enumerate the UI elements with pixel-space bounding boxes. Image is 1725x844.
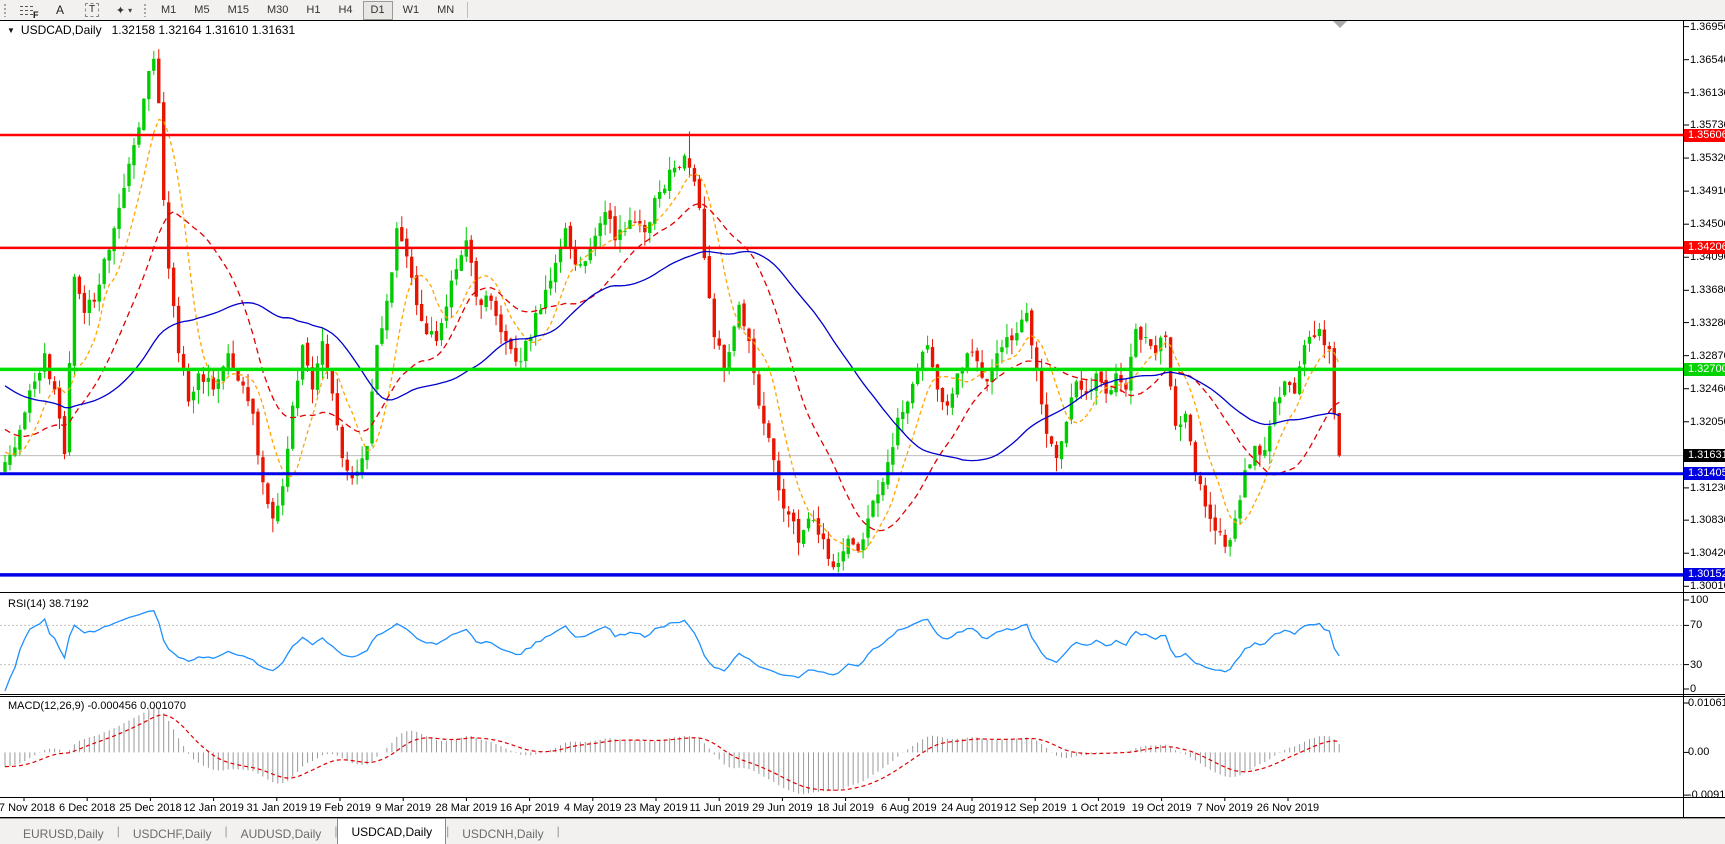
tab-usdchf[interactable]: USDCHF,Daily	[120, 823, 225, 844]
timeframe-button-w1[interactable]: W1	[395, 1, 428, 20]
tab-usdcad[interactable]: USDCAD,Daily	[337, 818, 446, 844]
macd-scale-label: 0.00	[1688, 746, 1709, 758]
text-icon: A	[56, 3, 64, 17]
price-tick-label: 1.31230	[1690, 482, 1725, 494]
price-badge: 1.35606	[1684, 129, 1725, 142]
chart-shift-marker-icon[interactable]	[1333, 21, 1347, 28]
price-badge: 1.31631	[1684, 449, 1725, 462]
label-icon: T	[85, 3, 99, 17]
tab-audusd[interactable]: AUDUSD,Daily	[228, 823, 335, 844]
rsi-level-label: 70	[1690, 619, 1702, 631]
price-tick-label: 1.30010	[1690, 580, 1725, 592]
timeframe-button-m30[interactable]: M30	[259, 1, 296, 20]
chart-ohlc-values: 1.32158 1.32164 1.31610 1.31631	[112, 23, 296, 37]
price-tick-label: 1.33280	[1690, 317, 1725, 329]
price-tick-label: 1.36130	[1690, 87, 1725, 99]
timeframe-group: M1M5M15M30H1H4D1W1MN	[152, 1, 463, 20]
toolbar: F A T ✦ ▾ M1M5M15M30H1H4D1W1MN	[0, 0, 1725, 20]
macd-scale-label: -0.009185	[1688, 789, 1725, 801]
price-tick-label: 1.36540	[1690, 54, 1725, 66]
tab-eurusd[interactable]: EURUSD,Daily	[10, 823, 117, 844]
timeframe-button-m1[interactable]: M1	[153, 1, 184, 20]
date-label: 26 Nov 2019	[1243, 802, 1333, 814]
rsi-level-label: 100	[1690, 594, 1708, 606]
rsi-level-label: 30	[1690, 659, 1702, 671]
price-tick-label: 1.35320	[1690, 152, 1725, 164]
price-badge: 1.34206	[1684, 241, 1725, 254]
timeframe-button-m5[interactable]: M5	[186, 1, 217, 20]
chart-title-row: ▼ USDCAD,Daily 1.32158 1.32164 1.31610 1…	[7, 23, 295, 37]
price-badge: 1.32700	[1684, 363, 1725, 376]
chart-symbol-title: USDCAD,Daily	[21, 23, 102, 37]
label-tool-button[interactable]: T	[76, 1, 108, 19]
timeframe-button-mn[interactable]: MN	[429, 1, 462, 20]
price-tick-label: 1.30420	[1690, 547, 1725, 559]
rsi-level-label: 0	[1690, 683, 1696, 695]
toolbar-grip[interactable]	[3, 3, 7, 17]
macd-scale-label: 0.010615	[1688, 697, 1725, 709]
rsi-indicator-label: RSI(14) 38.7192	[8, 598, 89, 610]
arrows-tool-button[interactable]: ✦ ▾	[108, 1, 140, 19]
toolbar-grip[interactable]	[143, 3, 147, 17]
price-tick-label: 1.32460	[1690, 383, 1725, 395]
price-badge: 1.30152	[1684, 568, 1725, 581]
price-tick-label: 1.32050	[1690, 416, 1725, 428]
fibonacci-icon: F	[20, 3, 37, 17]
timeframe-button-m15[interactable]: M15	[220, 1, 257, 20]
price-tick-label: 1.30830	[1690, 514, 1725, 526]
chart-canvas[interactable]	[0, 0, 1725, 844]
tab-separator: |	[557, 824, 560, 840]
collapse-chart-icon[interactable]: ▼	[7, 26, 15, 35]
symbol-tab-bar: EURUSD,Daily|USDCHF,Daily|AUDUSD,Daily|U…	[0, 818, 1725, 844]
price-badge: 1.31405	[1684, 467, 1725, 480]
tab-usdcnh[interactable]: USDCNH,Daily	[449, 823, 556, 844]
text-tool-button[interactable]: A	[44, 1, 76, 19]
price-tick-label: 1.32870	[1690, 350, 1725, 362]
metatrader-window: F A T ✦ ▾ M1M5M15M30H1H4D1W1MN ▼ USDCAD,…	[0, 0, 1725, 844]
price-tick-label: 1.33680	[1690, 284, 1725, 296]
price-tick-label: 1.36950	[1690, 21, 1725, 33]
chevron-down-icon: ▾	[128, 6, 132, 15]
macd-indicator-label: MACD(12,26,9) -0.000456 0.001070	[8, 700, 186, 712]
price-tick-label: 1.34910	[1690, 185, 1725, 197]
timeframe-button-h1[interactable]: H1	[298, 1, 328, 20]
timeframe-button-d1[interactable]: D1	[363, 1, 393, 20]
arrows-icon: ✦	[116, 4, 125, 17]
toolbar-separator	[467, 2, 468, 18]
fibonacci-tool-button[interactable]: F	[12, 1, 44, 19]
price-tick-label: 1.34500	[1690, 218, 1725, 230]
timeframe-button-h4[interactable]: H4	[330, 1, 360, 20]
